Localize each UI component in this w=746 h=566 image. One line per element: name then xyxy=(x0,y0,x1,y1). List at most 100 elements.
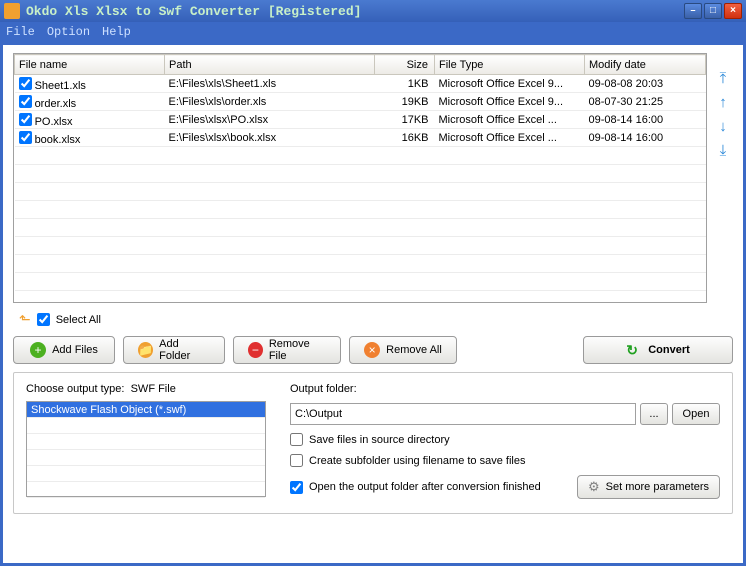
file-table: File name Path Size File Type Modify dat… xyxy=(14,54,706,303)
cell-modify: 09-08-14 16:00 xyxy=(585,111,706,129)
remove-all-label: Remove All xyxy=(386,344,442,356)
move-up-icon[interactable]: ↑ xyxy=(715,95,731,111)
x-icon: × xyxy=(364,342,380,358)
cell-path: E:\Files\xlsx\book.xlsx xyxy=(165,129,375,147)
minimize-button[interactable]: – xyxy=(684,3,702,19)
output-folder-section: Output folder: ... Open Save files in so… xyxy=(290,383,720,499)
options-panel: Choose output type: SWF File Shockwave F… xyxy=(13,372,733,514)
maximize-button[interactable]: □ xyxy=(704,3,722,19)
window-title: Okdo Xls Xlsx to Swf Converter [Register… xyxy=(26,4,684,19)
output-folder-label: Output folder: xyxy=(290,383,720,395)
select-all-row: ⬑ Select All xyxy=(13,311,733,328)
remove-all-button[interactable]: × Remove All xyxy=(349,336,457,364)
output-folder-input[interactable] xyxy=(290,403,636,425)
cell-type: Microsoft Office Excel 9... xyxy=(435,75,585,93)
file-table-wrap: File name Path Size File Type Modify dat… xyxy=(13,53,707,303)
window-buttons: – □ × xyxy=(684,3,742,19)
table-row xyxy=(15,273,706,291)
cell-size: 16KB xyxy=(375,129,435,147)
menubar: File Option Help xyxy=(0,22,746,42)
table-row xyxy=(15,237,706,255)
reorder-arrows: ⤒ ↑ ↓ ⤓ xyxy=(713,53,733,303)
subfolder-label: Create subfolder using filename to save … xyxy=(309,455,525,467)
table-row xyxy=(15,165,706,183)
open-folder-button[interactable]: Open xyxy=(672,403,720,425)
open-after-checkbox[interactable] xyxy=(290,481,303,494)
cell-name: book.xlsx xyxy=(35,134,81,146)
parent-folder-icon[interactable]: ⬑ xyxy=(19,311,31,328)
col-header-modify[interactable]: Modify date xyxy=(585,55,706,75)
save-source-label: Save files in source directory xyxy=(309,434,450,446)
remove-file-label: Remove File xyxy=(269,338,326,362)
cell-size: 19KB xyxy=(375,93,435,111)
add-files-button[interactable]: + Add Files xyxy=(13,336,115,364)
convert-label: Convert xyxy=(648,344,690,356)
cell-size: 17KB xyxy=(375,111,435,129)
select-all-label: Select All xyxy=(56,314,101,326)
output-type-section: Choose output type: SWF File Shockwave F… xyxy=(26,383,266,499)
cell-modify: 08-07-30 21:25 xyxy=(585,93,706,111)
cell-path: E:\Files\xls\order.xls xyxy=(165,93,375,111)
table-row[interactable]: Sheet1.xls E:\Files\xls\Sheet1.xls1KBMicr… xyxy=(15,75,706,93)
table-row xyxy=(15,291,706,304)
row-checkbox[interactable] xyxy=(19,77,32,90)
set-parameters-button[interactable]: ⚙ Set more parameters xyxy=(577,475,720,499)
file-list-area: File name Path Size File Type Modify dat… xyxy=(13,53,733,303)
folder-icon: 📁 xyxy=(138,342,153,358)
menu-file[interactable]: File xyxy=(6,25,35,39)
cell-name: Sheet1.xls xyxy=(35,80,86,92)
col-header-path[interactable]: Path xyxy=(165,55,375,75)
cell-name: PO.xlsx xyxy=(35,116,73,128)
convert-button[interactable]: Convert xyxy=(583,336,733,364)
row-checkbox[interactable] xyxy=(19,131,32,144)
row-checkbox[interactable] xyxy=(19,113,32,126)
cell-modify: 09-08-14 16:00 xyxy=(585,129,706,147)
move-bottom-icon[interactable]: ⤓ xyxy=(715,143,731,159)
table-row[interactable]: order.xlsE:\Files\xls\order.xls19KBMicro… xyxy=(15,93,706,111)
cell-path: E:\Files\xlsx\PO.xlsx xyxy=(165,111,375,129)
select-all-checkbox[interactable] xyxy=(37,313,50,326)
browse-button[interactable]: ... xyxy=(640,403,668,425)
col-header-type[interactable]: File Type xyxy=(435,55,585,75)
list-item xyxy=(27,466,265,482)
subfolder-row: Create subfolder using filename to save … xyxy=(290,454,720,467)
menu-option[interactable]: Option xyxy=(47,25,90,39)
table-row xyxy=(15,255,706,273)
table-row xyxy=(15,201,706,219)
plus-icon: + xyxy=(30,342,46,358)
cell-type: Microsoft Office Excel ... xyxy=(435,111,585,129)
add-folder-button[interactable]: 📁 Add Folder xyxy=(123,336,225,364)
subfolder-checkbox[interactable] xyxy=(290,454,303,467)
table-row xyxy=(15,147,706,165)
row-checkbox[interactable] xyxy=(19,95,32,108)
action-buttons-row: + Add Files 📁 Add Folder − Remove File ×… xyxy=(13,336,733,364)
move-top-icon[interactable]: ⤒ xyxy=(715,71,731,87)
col-header-size[interactable]: Size xyxy=(375,55,435,75)
cell-name: order.xls xyxy=(35,98,77,110)
remove-file-button[interactable]: − Remove File xyxy=(233,336,341,364)
cell-type: Microsoft Office Excel ... xyxy=(435,129,585,147)
output-type-list[interactable]: Shockwave Flash Object (*.swf) xyxy=(26,401,266,497)
cell-size: 1KB xyxy=(375,75,435,93)
add-files-label: Add Files xyxy=(52,344,98,356)
table-row xyxy=(15,183,706,201)
open-after-label: Open the output folder after conversion … xyxy=(309,481,541,493)
table-header-row: File name Path Size File Type Modify dat… xyxy=(15,55,706,75)
close-button[interactable]: × xyxy=(724,3,742,19)
titlebar: Okdo Xls Xlsx to Swf Converter [Register… xyxy=(0,0,746,22)
cell-path: E:\Files\xls\Sheet1.xls xyxy=(165,75,375,93)
move-down-icon[interactable]: ↓ xyxy=(715,119,731,135)
cell-modify: 09-08-08 20:03 xyxy=(585,75,706,93)
col-header-name[interactable]: File name xyxy=(15,55,165,75)
list-item xyxy=(27,418,265,434)
table-row[interactable]: book.xlsx E:\Files\xlsx\book.xlsx16KBMicr… xyxy=(15,129,706,147)
content-area: File name Path Size File Type Modify dat… xyxy=(3,45,743,563)
menu-help[interactable]: Help xyxy=(102,25,131,39)
table-row[interactable]: PO.xlsx E:\Files\xlsx\PO.xlsx17KBMicrosof… xyxy=(15,111,706,129)
save-source-row: Save files in source directory xyxy=(290,433,720,446)
list-item xyxy=(27,434,265,450)
output-folder-row: ... Open xyxy=(290,403,720,425)
output-type-item[interactable]: Shockwave Flash Object (*.swf) xyxy=(27,402,265,418)
save-source-checkbox[interactable] xyxy=(290,433,303,446)
minus-icon: − xyxy=(248,342,263,358)
